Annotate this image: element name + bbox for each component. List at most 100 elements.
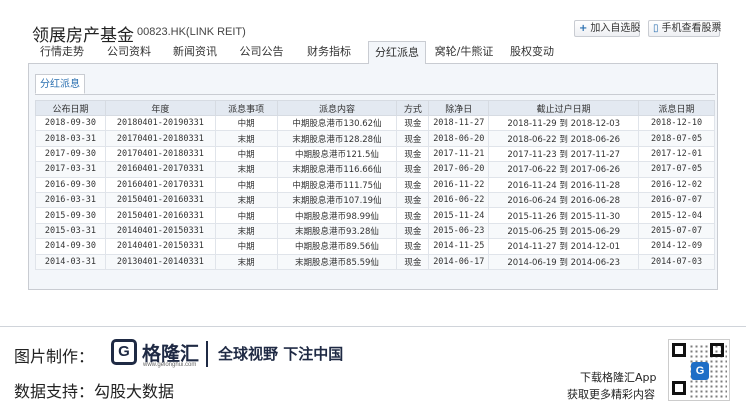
brand-logo-url: www.gelonghui.com [143, 362, 197, 368]
table-row: 2018-09-30 20180401-20190331 中期 中期股息港币130.6… [35, 114, 715, 132]
table-cell: 中期股息港币111.75仙 [276, 176, 398, 193]
tab-quote[interactable]: 行情走势 [28, 41, 96, 64]
table-cell: 末期股息港币128.28仙 [276, 130, 398, 147]
table-cell: 2015-12-04 [638, 207, 715, 224]
table-cell: 2018-12-10 [638, 114, 715, 132]
table-cell: 2016-06-22 [428, 191, 490, 209]
table-cell: 2018-09-30 [35, 114, 106, 132]
table-cell: 末期 [214, 130, 278, 147]
footer-divider [0, 326, 746, 327]
tab-shareholding[interactable]: 股权变动 [502, 41, 562, 64]
table-cell: 中期 [214, 207, 278, 224]
table-row: 2017-03-31 20160401-20170331 末期 末期股息港币116.6… [35, 161, 715, 178]
dividend-table: 公布日期 年度 派息事项 派息内容 方式 除净日 截止过户日期 派息日期 201… [35, 100, 715, 270]
table-cell: 2017-09-30 [35, 145, 106, 163]
table-cell: 2016-11-22 [428, 176, 490, 193]
table-cell: 2016-09-30 [35, 176, 106, 193]
table-cell: 2016-07-07 [638, 191, 715, 209]
table-row: 2016-03-31 20150401-20160331 末期 末期股息港币107.1… [35, 191, 715, 209]
table-cell: 20140401-20150331 [104, 238, 216, 255]
table-cell: 20170401-20180331 [104, 145, 216, 163]
mobile-view-label: 手机查看股票 [661, 23, 722, 34]
table-cell: 中期 [214, 176, 278, 193]
data-support-value: 勾股大数据 [94, 382, 175, 401]
table-cell: 末期股息港币85.59仙 [276, 253, 398, 270]
table-cell: 现金 [396, 161, 430, 178]
add-favorite-label: 加入自选股 [590, 23, 641, 34]
table-row: 2014-09-30 20140401-20150331 中期 中期股息港币89.56… [35, 238, 715, 255]
table-cell: 现金 [396, 222, 430, 240]
table-cell: 20140401-20150331 [104, 222, 216, 240]
tab-dividends[interactable]: 分红派息 [368, 41, 426, 65]
table-cell: 现金 [396, 253, 430, 270]
table-cell: 2018-11-27 [428, 114, 490, 132]
table-cell: 中期 [214, 238, 278, 255]
table-cell: 2015-09-30 [35, 207, 106, 224]
subtab-dividends[interactable]: 分红派息 [35, 74, 85, 94]
column-header: 派息内容 [276, 100, 398, 116]
table-cell: 20160401-20170331 [104, 161, 216, 178]
table-row: 2017-09-30 20170401-20180331 中期 中期股息港币121.5… [35, 145, 715, 163]
table-cell: 2018-06-22 到 2018-06-26 [488, 130, 640, 147]
table-cell: 2015-06-23 [428, 222, 490, 240]
table-cell: 2015-03-31 [35, 222, 106, 240]
table-cell: 2015-11-26 到 2015-11-30 [488, 207, 640, 224]
column-header: 除净日 [428, 100, 490, 116]
table-cell: 2017-11-23 到 2017-11-27 [488, 145, 640, 163]
table-row: 2014-03-31 20130401-20140331 末期 末期股息港币85.59… [35, 253, 715, 270]
tab-news[interactable]: 新闻资讯 [162, 41, 228, 64]
tab-warrants[interactable]: 窝轮/牛熊证 [426, 41, 502, 64]
table-cell: 2014-03-31 [35, 253, 106, 270]
download-app-text: 下载格隆汇App [580, 371, 657, 384]
table-cell: 2017-11-21 [428, 145, 490, 163]
table-cell: 现金 [396, 130, 430, 147]
column-header: 派息事项 [214, 100, 278, 116]
table-cell: 中期 [214, 114, 278, 132]
table-cell: 2016-11-24 到 2016-11-28 [488, 176, 640, 193]
add-favorite-button[interactable]: + 加入自选股 [574, 20, 640, 37]
brand-logo-icon: G [111, 339, 137, 365]
table-header-row: 公布日期 年度 派息事项 派息内容 方式 除净日 截止过户日期 派息日期 [35, 100, 715, 116]
data-support-label: 数据支持： [14, 382, 95, 401]
tab-financials[interactable]: 财务指标 [295, 41, 363, 64]
table-cell: 2014-07-03 [638, 253, 715, 270]
mobile-view-button[interactable]: ▯ 手机查看股票 [648, 20, 722, 37]
qr-center-logo-icon: G [691, 362, 709, 380]
table-cell: 中期股息港币89.56仙 [276, 238, 398, 255]
table-cell: 20130401-20140331 [104, 253, 216, 270]
table-cell: 末期股息港币116.66仙 [276, 161, 398, 178]
table-cell: 2015-06-25 到 2015-06-29 [488, 222, 640, 240]
table-cell: 2014-11-27 到 2014-12-01 [488, 238, 640, 255]
table-row: 2015-03-31 20140401-20150331 末期 末期股息港币93.28… [35, 222, 715, 240]
table-cell: 现金 [396, 238, 430, 255]
column-header: 年度 [104, 100, 216, 116]
table-cell: 2016-03-31 [35, 191, 106, 209]
brand-slogan: 全球视野 下注中国 [218, 345, 344, 363]
table-cell: 20150401-20160331 [104, 191, 216, 209]
table-cell: 现金 [396, 114, 430, 132]
download-more-text: 获取更多精彩内容 [567, 388, 655, 401]
column-header: 公布日期 [35, 100, 106, 116]
table-row: 2016-09-30 20160401-20170331 中期 中期股息港币111.7… [35, 176, 715, 193]
table-cell: 2014-06-17 [428, 253, 490, 270]
qr-code-icon: G [668, 339, 730, 401]
column-header: 截止过户日期 [488, 100, 640, 116]
table-cell: 2017-12-01 [638, 145, 715, 163]
table-cell: 末期 [214, 191, 278, 209]
dividend-panel: 分红派息 公布日期 年度 派息事项 派息内容 方式 除净日 截止过户日期 派息日… [28, 64, 718, 290]
table-cell: 2018-06-20 [428, 130, 490, 147]
table-cell: 2018-11-29 到 2018-12-03 [488, 114, 640, 132]
made-by-label: 图片制作： [14, 347, 95, 366]
table-row: 2018-03-31 20170401-20180331 末期 末期股息港币128.2… [35, 130, 715, 147]
tab-company-profile[interactable]: 公司资料 [96, 41, 162, 64]
tab-announcements[interactable]: 公司公告 [228, 41, 295, 64]
table-cell: 2014-09-30 [35, 238, 106, 255]
page-header: 领展房产基金 00823.HK(LINK REIT) + 加入自选股 ▯ 手机查看股… [0, 0, 746, 46]
column-header: 派息日期 [638, 100, 715, 116]
table-cell: 2014-06-19 到 2014-06-23 [488, 253, 640, 270]
plus-icon: + [579, 23, 588, 34]
column-header: 方式 [396, 100, 430, 116]
table-cell: 2014-12-09 [638, 238, 715, 255]
table-cell: 2014-11-25 [428, 238, 490, 255]
table-cell: 2017-06-20 [428, 161, 490, 178]
